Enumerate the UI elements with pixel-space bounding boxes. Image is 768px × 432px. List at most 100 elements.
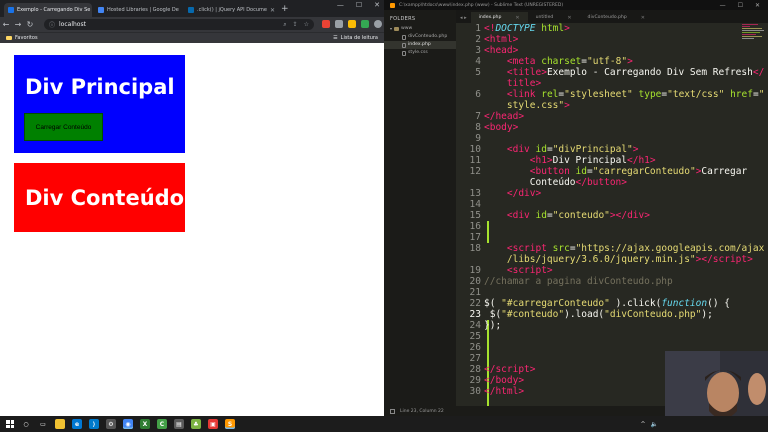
xampp-icon[interactable]: X (140, 419, 150, 429)
minimap-line (742, 36, 762, 37)
editor-tab-label: index.php (478, 15, 502, 20)
page-viewport: Div Principal Carregar Conteúdo Div Cont… (0, 43, 384, 416)
code-line: <script src="https://ajax.googleapis.com… (506, 243, 765, 254)
zoom-icon[interactable]: ⌕ (283, 21, 286, 29)
editor-tab-label: divConteudo.php (587, 15, 627, 20)
minimap-line (742, 24, 758, 25)
extension-icon[interactable] (348, 20, 356, 28)
info-icon[interactable]: ⓘ (49, 20, 55, 29)
div-conteudo: Div Conteúdo (14, 163, 185, 232)
address-bar[interactable]: ⓘ localhost ⌕ ⇪ ☆ (44, 19, 314, 30)
app-icon[interactable]: ▤ (174, 419, 184, 429)
code-line: //chamar a pagina divConteudo.php (484, 276, 673, 287)
browser-tab-jquery-click[interactable]: .click() | jQuery API Docume ✕ (184, 3, 276, 17)
share-icon[interactable]: ⇪ (293, 21, 298, 29)
windows-taskbar: ○ ▭ e ⟩ ⚙ ◉ X C ▤ ♣ ▣ S ^ 🔈 (0, 416, 768, 432)
close-icon[interactable]: ✕ (567, 15, 571, 21)
globe-icon (8, 7, 14, 13)
tab-nav-icon[interactable]: ◂ ▸ (456, 15, 471, 23)
folder-icon (394, 27, 400, 31)
browser-window: Exemplo - Carregando Div Se ✕ Hosted Lib… (0, 0, 384, 416)
sublime-text-icon[interactable]: S (225, 419, 235, 429)
settings-icon[interactable]: ⚙ (106, 419, 116, 429)
code-line: </head> (484, 111, 525, 122)
app-icon[interactable]: ▣ (208, 419, 218, 429)
bookmarks-bar: Favoritos ☰ Lista de leitura (0, 32, 384, 43)
sidebar-item-label: style.css (408, 50, 428, 55)
sidebar-item-index[interactable]: index.php (384, 41, 456, 49)
extension-icon[interactable] (322, 20, 330, 28)
minimize-icon[interactable]: — (337, 1, 344, 9)
reload-icon[interactable]: ↻ (24, 20, 36, 29)
forward-icon[interactable]: → (12, 20, 24, 29)
code-line: <!DOCTYPE html> (484, 23, 570, 34)
close-icon[interactable]: ✕ (641, 15, 645, 21)
new-tab-icon[interactable]: + (281, 3, 289, 15)
browser-tab-bar: Exemplo - Carregando Div Se ✕ Hosted Lib… (0, 0, 384, 17)
code-line: <script> (506, 265, 553, 276)
vscode-icon[interactable]: ⟩ (89, 419, 99, 429)
window-controls: — ☐ ✕ (337, 1, 380, 9)
code-line: <meta charset="utf-8"> (506, 56, 633, 67)
sidebar-item-label: index.php (408, 42, 431, 47)
minimize-icon[interactable]: — (720, 2, 726, 9)
div-conteudo-heading: Div Conteúdo (25, 186, 185, 210)
bookmark-label: Favoritos (15, 35, 38, 41)
task-view-icon[interactable]: ▭ (38, 419, 48, 429)
profile-avatar-icon[interactable] (374, 20, 382, 28)
minimap-line (742, 32, 760, 33)
camtasia-icon[interactable]: C (157, 419, 167, 429)
file-explorer-icon[interactable] (55, 419, 65, 429)
extension-icon[interactable] (361, 20, 369, 28)
window-controls: — ☐ ✕ (720, 2, 768, 9)
sidebar-item-divconteudo[interactable]: divConteudo.php (384, 33, 456, 41)
close-icon[interactable]: ✕ (270, 7, 275, 14)
editor-tab-index[interactable]: index.php ✕ (470, 12, 528, 23)
sidebar-item-style[interactable]: style.css (384, 49, 456, 57)
windows-start-icon[interactable] (6, 420, 14, 428)
code-line: title> (506, 78, 542, 89)
maximize-icon[interactable]: ☐ (738, 2, 743, 9)
editor-tab-divconteudo[interactable]: divConteudo.php ✕ (580, 12, 653, 23)
browser-tab-exemplo[interactable]: Exemplo - Carregando Div Se ✕ (4, 3, 92, 17)
sidebar-item-label: www (401, 26, 413, 31)
code-line: </div> (506, 188, 542, 199)
jquery-icon (188, 7, 194, 13)
search-icon[interactable]: ○ (21, 419, 31, 429)
browser-tab-hosted-libraries[interactable]: Hosted Libraries | Google De ✕ (94, 3, 182, 17)
editor-tab-bar: ◂ ▸ index.php ✕ untitled ✕ divConteudo.p… (456, 10, 768, 23)
minimap[interactable] (740, 23, 768, 83)
omnibox-tools: ⌕ ⇪ ☆ (283, 21, 309, 29)
bookmark-favorites[interactable]: Favoritos (6, 35, 38, 41)
minimap-line (742, 34, 756, 35)
panel-toggle-icon[interactable] (390, 408, 395, 414)
close-window-icon[interactable]: ✕ (374, 1, 380, 9)
star-icon[interactable]: ☆ (304, 21, 309, 29)
volume-icon[interactable]: 🔈 (651, 421, 658, 428)
code-line: <div id="divPrincipal"> (506, 144, 639, 155)
app-icon[interactable]: ♣ (191, 419, 201, 429)
code-line: Conteúdo</button> (484, 177, 627, 188)
maximize-icon[interactable]: ☐ (356, 1, 362, 9)
chrome-icon[interactable]: ◉ (123, 419, 133, 429)
code-line: /libs/jquery/3.6.0/jquery.min.js"></scri… (506, 254, 753, 265)
chevron-down-icon: ▾ (390, 26, 393, 31)
sidebar-item-www[interactable]: ▾ www (384, 25, 456, 33)
edge-icon[interactable]: e (72, 419, 82, 429)
file-tree: ▾ www divConteudo.php index.php style.cs… (384, 22, 456, 57)
reading-list[interactable]: ☰ Lista de leitura (333, 35, 378, 41)
reading-list-label: Lista de leitura (340, 35, 378, 41)
code-line: style.css"> (506, 100, 570, 111)
div-principal: Div Principal Carregar Conteúdo (14, 55, 185, 153)
editor-tab-untitled[interactable]: untitled ✕ (528, 12, 580, 23)
sublime-title-bar: C:\xampp\htdocs\www\index.php (www) - Su… (384, 0, 768, 10)
carregar-conteudo-button[interactable]: Carregar Conteúdo (24, 113, 103, 141)
code-line: </body> (484, 375, 525, 386)
code-editor[interactable]: 1 2 3 4 5 6 7 8 9 10 11 12 13 14 15 16 17 18 19 20 21 22 23 24 2… (456, 23, 768, 406)
chevron-up-icon[interactable]: ^ (640, 421, 645, 428)
close-window-icon[interactable]: ✕ (755, 2, 760, 9)
close-icon[interactable]: ✕ (515, 15, 519, 21)
back-icon[interactable]: ← (0, 20, 12, 29)
tab-label: .click() | jQuery API Docume (197, 7, 267, 13)
extension-icon[interactable] (335, 20, 343, 28)
